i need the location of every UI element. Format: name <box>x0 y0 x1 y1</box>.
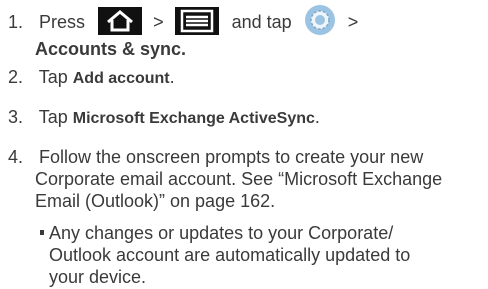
bullet-line-1: Any changes or updates to your Corporate… <box>49 223 394 243</box>
step-4-line-1: Follow the onscreen prompts to create yo… <box>39 147 424 167</box>
step-1-separator-2: > <box>347 11 359 32</box>
step-number: 4. <box>8 147 24 167</box>
step-1-press-text: Press <box>39 11 86 32</box>
step-1-and-tap-text: and tap <box>231 11 292 32</box>
bullet-line-3: your device. <box>49 267 147 287</box>
home-icon <box>98 7 143 35</box>
settings-icon <box>304 5 335 35</box>
bullet-line-2: Outlook account are automatically update… <box>49 245 411 265</box>
step-2: 2. Tap Add account. <box>0 66 175 90</box>
step-1: 1. Press > and tap > <box>0 5 359 38</box>
step-1-separator: > <box>153 11 164 32</box>
step-1-destination: Accounts & sync. <box>35 39 187 59</box>
step-4-line-3: Email (Outlook)” on page 162. <box>35 191 276 211</box>
step-4-line-2: Corporate email account. See “Microsoft … <box>35 169 443 189</box>
menu-icon <box>174 7 219 35</box>
step-3-prefix: Tap <box>38 107 68 127</box>
step-2-prefix: Tap <box>38 67 68 87</box>
step-2-suffix: . <box>169 67 175 87</box>
step-number: 2. <box>8 67 24 87</box>
step-number: 3. <box>8 107 24 127</box>
step-3: 3. Tap Microsoft Exchange ActiveSync. <box>0 106 320 130</box>
step-number: 1. <box>8 11 24 32</box>
step-2-target: Add account <box>72 70 170 87</box>
bullet-note: Any changes or updates to your Corporate… <box>40 222 393 244</box>
step-3-target: Microsoft Exchange ActiveSync <box>72 110 315 127</box>
bullet-marker <box>40 229 44 235</box>
step-4: 4. Follow the onscreen prompts to create… <box>0 146 423 168</box>
step-3-suffix: . <box>314 107 320 127</box>
